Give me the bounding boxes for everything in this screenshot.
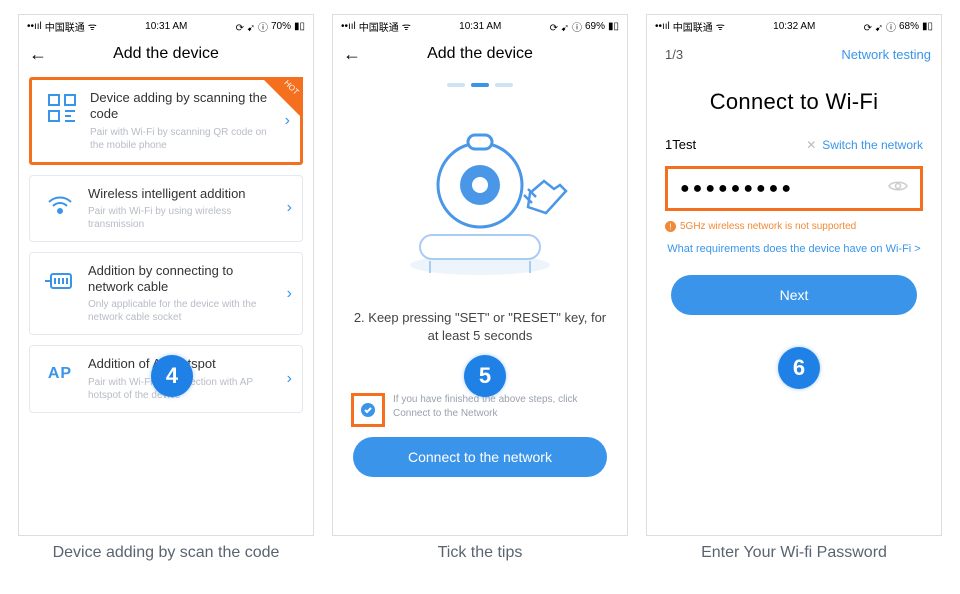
wifi-icon <box>42 186 78 222</box>
phone-step-4: ••ııl中国联通ᯤ 10:31 AM ⟳ ➹ ⓘ70%▮▯ ← Add the… <box>18 14 314 536</box>
option-title: Addition by connecting to network cable <box>88 263 272 296</box>
chevron-right-icon: › <box>287 370 292 388</box>
nav-bar: ← Add the device <box>19 37 313 71</box>
tick-label: If you have finished the above steps, cl… <box>393 393 609 420</box>
warning-5ghz: ! 5GHz wireless network is not supported <box>665 221 923 232</box>
chevron-right-icon: › <box>287 285 292 303</box>
hot-badge: HOT <box>261 77 303 119</box>
option-scan-qr[interactable]: HOT Device adding by scanning the code P… <box>29 77 303 165</box>
status-bar: ••ııl中国联通ᯤ 10:31 AM ⟳ ➹ ⓘ70%▮▯ <box>19 15 313 37</box>
instruction-text: 2. Keep pressing "SET" or "RESET" key, f… <box>347 309 613 345</box>
page-title: Add the device <box>113 45 219 63</box>
camera-illustration <box>347 105 613 295</box>
step-badge-5: 5 <box>464 355 506 397</box>
status-bar: ••ııl中国联通ᯤ 10:32 AM ⟳ ➹ ⓘ68%▮▯ <box>647 15 941 37</box>
back-icon[interactable]: ← <box>343 44 361 65</box>
switch-network-link[interactable]: ✕ Switch the network <box>806 138 923 152</box>
eye-icon[interactable] <box>888 179 908 198</box>
nav-bar: 1/3 Network testing <box>647 37 941 71</box>
caption-4: Device adding by scan the code <box>18 544 314 562</box>
close-icon: ✕ <box>806 138 816 152</box>
password-value: ●●●●●●●●● <box>680 180 794 198</box>
back-icon[interactable]: ← <box>29 44 47 65</box>
phone-step-5: ••ııl中国联通ᯤ 10:31 AM ⟳ ➹ ⓘ69%▮▯ ← Add the… <box>332 14 628 536</box>
wifi-title: Connect to Wi-Fi <box>665 89 923 115</box>
option-title: Wireless intelligent addition <box>88 186 272 202</box>
next-button[interactable]: Next <box>671 275 917 315</box>
qr-icon <box>44 90 80 126</box>
connect-button[interactable]: Connect to the network <box>353 437 607 477</box>
network-testing-link[interactable]: Network testing <box>841 47 931 62</box>
caption-5: Tick the tips <box>332 544 628 562</box>
password-input[interactable]: ●●●●●●●●● <box>665 166 923 211</box>
ethernet-icon <box>42 263 78 299</box>
wifi-requirements-link[interactable]: What requirements does the device have o… <box>665 242 923 257</box>
status-bar: ••ııl中国联通ᯤ 10:31 AM ⟳ ➹ ⓘ69%▮▯ <box>333 15 627 37</box>
page-title: Add the device <box>427 45 533 63</box>
step-badge-6: 6 <box>778 347 820 389</box>
nav-bar: ← Add the device <box>333 37 627 71</box>
option-wireless[interactable]: Wireless intelligent addition Pair with … <box>29 175 303 242</box>
option-subtitle: Pair with Wi-Fi by using wireless transm… <box>88 205 272 231</box>
option-subtitle: Only applicable for the device with the … <box>88 298 272 324</box>
chevron-right-icon: › <box>287 199 292 217</box>
confirmation-tick-row[interactable]: If you have finished the above steps, cl… <box>351 393 609 427</box>
ap-icon: AP <box>42 356 78 392</box>
tick-checkbox[interactable] <box>351 393 385 427</box>
step-indicator: 1/3 <box>665 47 683 62</box>
ssid-label: 1Test <box>665 137 696 152</box>
option-subtitle: Pair with Wi-Fi by scanning QR code on t… <box>90 126 270 152</box>
step-badge-4: 4 <box>151 355 193 397</box>
chevron-right-icon: › <box>285 112 290 130</box>
caption-6: Enter Your Wi-fi Password <box>646 544 942 562</box>
option-title: Device adding by scanning the code <box>90 90 270 123</box>
option-ethernet[interactable]: Addition by connecting to network cable … <box>29 252 303 336</box>
phone-step-6: ••ııl中国联通ᯤ 10:32 AM ⟳ ➹ ⓘ68%▮▯ 1/3 Netwo… <box>646 14 942 536</box>
progress-dashes <box>347 83 613 87</box>
svg-text:!: ! <box>669 223 671 232</box>
